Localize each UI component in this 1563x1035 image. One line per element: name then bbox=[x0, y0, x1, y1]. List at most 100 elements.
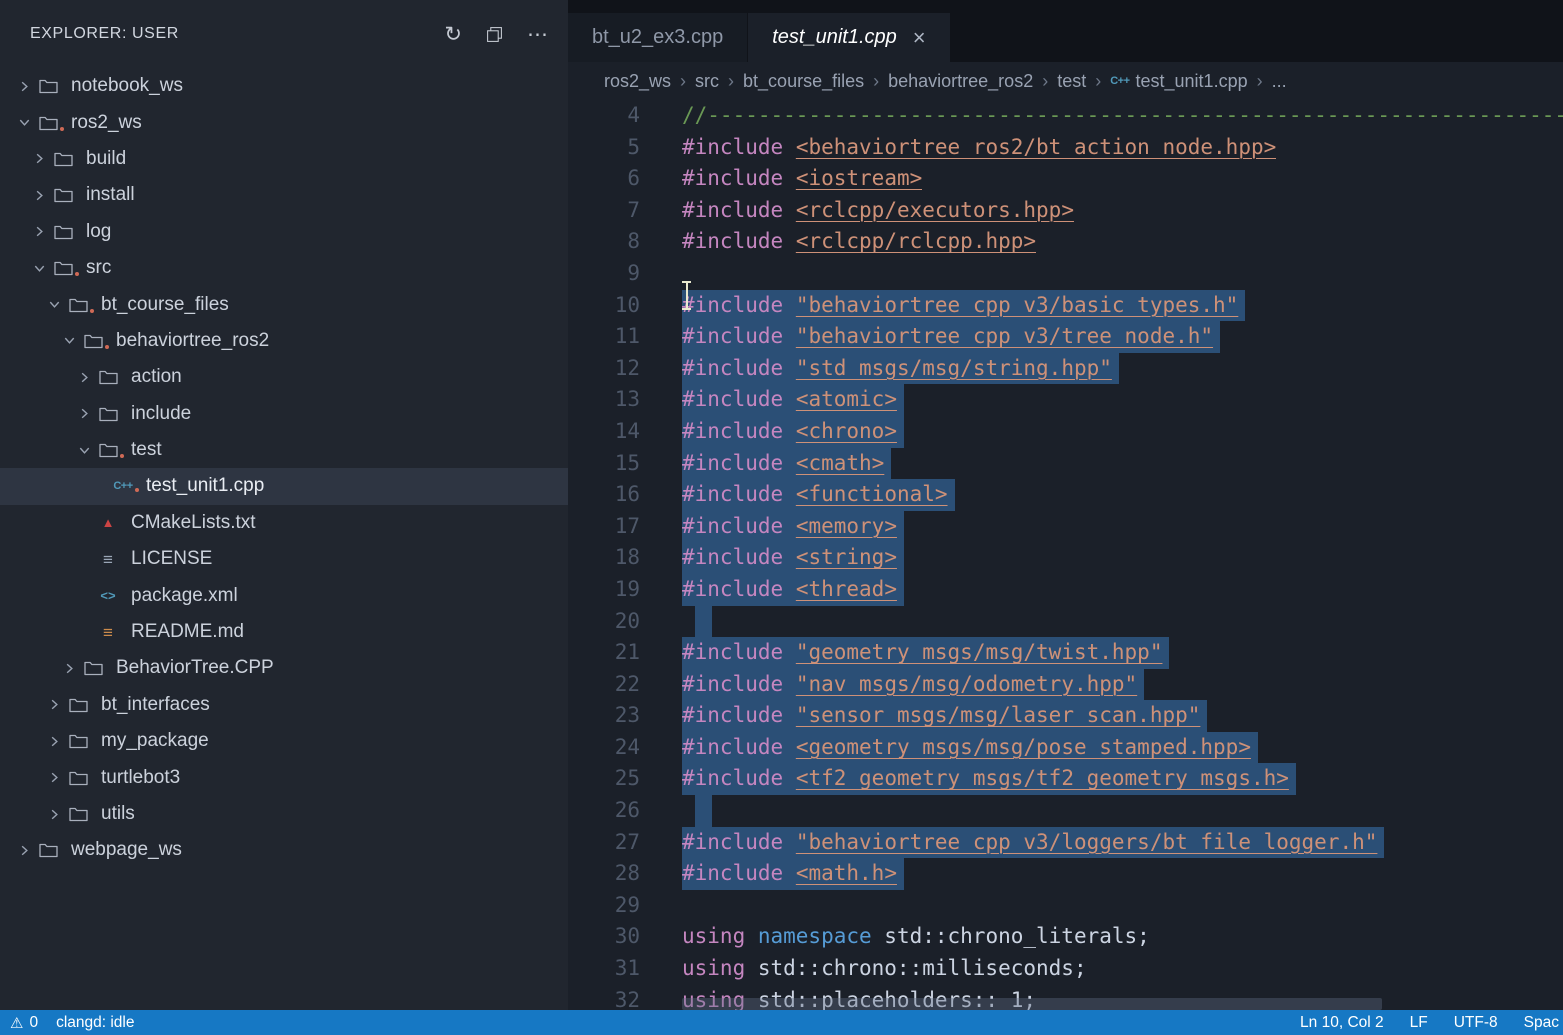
code-line-20[interactable]: 20 bbox=[568, 606, 1563, 638]
tree-item-label: BehaviorTree.CPP bbox=[116, 657, 274, 679]
breadcrumb-separator-icon: › bbox=[1042, 71, 1048, 92]
chevron-down-icon[interactable] bbox=[29, 261, 49, 276]
code-line-10[interactable]: 10#include "behaviortree_cpp_v3/basic_ty… bbox=[568, 290, 1563, 322]
code-line-23[interactable]: 23#include "sensor_msgs/msg/laser_scan.h… bbox=[568, 700, 1563, 732]
tree-item-utils[interactable]: utils bbox=[0, 796, 568, 832]
code-line-12[interactable]: 12#include "std_msgs/msg/string.hpp" bbox=[568, 353, 1563, 385]
tree-item-package.xml[interactable]: <> package.xml bbox=[0, 577, 568, 613]
clangd-status[interactable]: clangd: idle bbox=[56, 1014, 134, 1032]
cpp-file-icon: C++ bbox=[1110, 75, 1129, 87]
tree-item-my_package[interactable]: my_package bbox=[0, 723, 568, 759]
folder-icon bbox=[49, 187, 77, 203]
code-line-14[interactable]: 14#include <chrono> bbox=[568, 416, 1563, 448]
breadcrumb-item-bt_course_files[interactable]: bt_course_files bbox=[743, 71, 864, 92]
tab-bt_u2_ex3.cpp[interactable]: bt_u2_ex3.cpp bbox=[568, 13, 747, 62]
code-line-24[interactable]: 24#include <geometry_msgs/msg/pose_stamp… bbox=[568, 732, 1563, 764]
code-line-16[interactable]: 16#include <functional> bbox=[568, 479, 1563, 511]
code-line-11[interactable]: 11#include "behaviortree_cpp_v3/tree_nod… bbox=[568, 321, 1563, 353]
breadcrumb-item-test_unit1.cpp[interactable]: C++test_unit1.cpp bbox=[1110, 71, 1247, 92]
chevron-down-icon[interactable] bbox=[74, 443, 94, 458]
chevron-right-icon[interactable] bbox=[44, 734, 64, 749]
code-line-25[interactable]: 25#include <tf2_geometry_msgs/tf2_geomet… bbox=[568, 763, 1563, 795]
indent-indicator[interactable]: Spac bbox=[1524, 1014, 1559, 1032]
breadcrumb-item-test[interactable]: test bbox=[1057, 71, 1086, 92]
tree-item-action[interactable]: action bbox=[0, 359, 568, 395]
tree-item-src[interactable]: src bbox=[0, 250, 568, 286]
code-line-7[interactable]: 7#include <rclcpp/executors.hpp> bbox=[568, 195, 1563, 227]
chevron-right-icon[interactable] bbox=[44, 697, 64, 712]
code-line-5[interactable]: 5#include <behaviortree_ros2/bt_action_n… bbox=[568, 132, 1563, 164]
code-line-6[interactable]: 6#include <iostream> bbox=[568, 163, 1563, 195]
breadcrumb-separator-icon: › bbox=[1257, 71, 1263, 92]
breadcrumb-item-ros2_ws[interactable]: ros2_ws bbox=[604, 71, 671, 92]
tree-item-ros2_ws[interactable]: ros2_ws bbox=[0, 104, 568, 140]
breadcrumb-item-...[interactable]: ... bbox=[1272, 71, 1287, 92]
refresh-icon[interactable]: ↻ bbox=[444, 24, 462, 45]
code-line-22[interactable]: 22#include "nav_msgs/msg/odometry.hpp" bbox=[568, 669, 1563, 701]
code-line-30[interactable]: 30using namespace std::chrono_literals; bbox=[568, 921, 1563, 953]
chevron-right-icon[interactable] bbox=[29, 224, 49, 239]
chevron-down-icon[interactable] bbox=[44, 297, 64, 312]
code-line-28[interactable]: 28#include <math.h> bbox=[568, 858, 1563, 890]
breadcrumb-item-behaviortree_ros2[interactable]: behaviortree_ros2 bbox=[888, 71, 1033, 92]
problems-indicator[interactable]: ⚠ 0 bbox=[10, 1014, 38, 1032]
tree-item-log[interactable]: log bbox=[0, 214, 568, 250]
code-line-18[interactable]: 18#include <string> bbox=[568, 542, 1563, 574]
tree-item-install[interactable]: install bbox=[0, 177, 568, 213]
license-file-icon: ≡ bbox=[94, 551, 122, 568]
chevron-right-icon[interactable] bbox=[59, 661, 79, 676]
horizontal-scrollbar[interactable] bbox=[682, 998, 1382, 1010]
tree-item-behaviortree_ros2[interactable]: behaviortree_ros2 bbox=[0, 323, 568, 359]
code-line-9[interactable]: 9 bbox=[568, 258, 1563, 290]
tree-item-README.md[interactable]: ≡ README.md bbox=[0, 614, 568, 650]
code-line-15[interactable]: 15#include <cmath> bbox=[568, 448, 1563, 480]
chevron-right-icon[interactable] bbox=[74, 406, 94, 421]
chevron-right-icon[interactable] bbox=[29, 151, 49, 166]
chevron-down-icon[interactable] bbox=[59, 333, 79, 348]
tree-item-bt_interfaces[interactable]: bt_interfaces bbox=[0, 687, 568, 723]
chevron-right-icon[interactable] bbox=[29, 188, 49, 203]
line-number: 30 bbox=[568, 921, 640, 953]
code-line-17[interactable]: 17#include <memory> bbox=[568, 511, 1563, 543]
code-line-8[interactable]: 8#include <rclcpp/rclcpp.hpp> bbox=[568, 226, 1563, 258]
code-line-4[interactable]: 4//-------------------------------------… bbox=[568, 100, 1563, 132]
code-line-19[interactable]: 19#include <thread> bbox=[568, 574, 1563, 606]
tab-label: bt_u2_ex3.cpp bbox=[592, 26, 723, 49]
chevron-right-icon[interactable] bbox=[14, 79, 34, 94]
cursor-position[interactable]: Ln 10, Col 2 bbox=[1300, 1014, 1384, 1032]
open-editors-icon[interactable] bbox=[486, 26, 503, 43]
tree-item-test[interactable]: test bbox=[0, 432, 568, 468]
tree-item-build[interactable]: build bbox=[0, 141, 568, 177]
tab-test_unit1.cpp[interactable]: test_unit1.cpp × bbox=[748, 13, 949, 62]
code-line-26[interactable]: 26 bbox=[568, 795, 1563, 827]
code-editor[interactable]: 4//-------------------------------------… bbox=[568, 100, 1563, 1010]
editor-group: bt_u2_ex3.cpp test_unit1.cpp × ros2_ws › s… bbox=[568, 0, 1563, 1010]
tree-item-test_unit1.cpp[interactable]: C++ test_unit1.cpp bbox=[0, 468, 568, 504]
tree-item-webpage_ws[interactable]: webpage_ws bbox=[0, 832, 568, 868]
chevron-right-icon[interactable] bbox=[14, 843, 34, 858]
breadcrumb-item-src[interactable]: src bbox=[695, 71, 719, 92]
encoding-indicator[interactable]: UTF-8 bbox=[1454, 1014, 1498, 1032]
code-line-21[interactable]: 21#include "geometry_msgs/msg/twist.hpp" bbox=[568, 637, 1563, 669]
eol-indicator[interactable]: LF bbox=[1410, 1014, 1428, 1032]
code-line-13[interactable]: 13#include <atomic> bbox=[568, 384, 1563, 416]
tree-item-turtlebot3[interactable]: turtlebot3 bbox=[0, 759, 568, 795]
tree-item-CMakeLists.txt[interactable]: ▲ CMakeLists.txt bbox=[0, 505, 568, 541]
code-line-29[interactable]: 29 bbox=[568, 890, 1563, 922]
code-line-31[interactable]: 31using std::chrono::milliseconds; bbox=[568, 953, 1563, 985]
tree-item-notebook_ws[interactable]: notebook_ws bbox=[0, 68, 568, 104]
chevron-down-icon[interactable] bbox=[14, 115, 34, 130]
more-actions-icon[interactable]: ⋯ bbox=[527, 24, 548, 45]
chevron-right-icon[interactable] bbox=[44, 807, 64, 822]
code-line-27[interactable]: 27#include "behaviortree_cpp_v3/loggers/… bbox=[568, 827, 1563, 859]
tree-item-include[interactable]: include bbox=[0, 396, 568, 432]
explorer-sidebar: EXPLORER: USER ↻ ⋯ notebook_ws ros2_ws b… bbox=[0, 0, 568, 1010]
chevron-right-icon[interactable] bbox=[44, 770, 64, 785]
tree-item-BehaviorTree.CPP[interactable]: BehaviorTree.CPP bbox=[0, 650, 568, 686]
cmake-file-icon: ▲ bbox=[94, 516, 122, 529]
tree-item-bt_course_files[interactable]: bt_course_files bbox=[0, 286, 568, 322]
close-icon[interactable]: × bbox=[913, 27, 926, 49]
chevron-right-icon[interactable] bbox=[74, 370, 94, 385]
folder-icon bbox=[94, 406, 122, 422]
tree-item-LICENSE[interactable]: ≡ LICENSE bbox=[0, 541, 568, 577]
